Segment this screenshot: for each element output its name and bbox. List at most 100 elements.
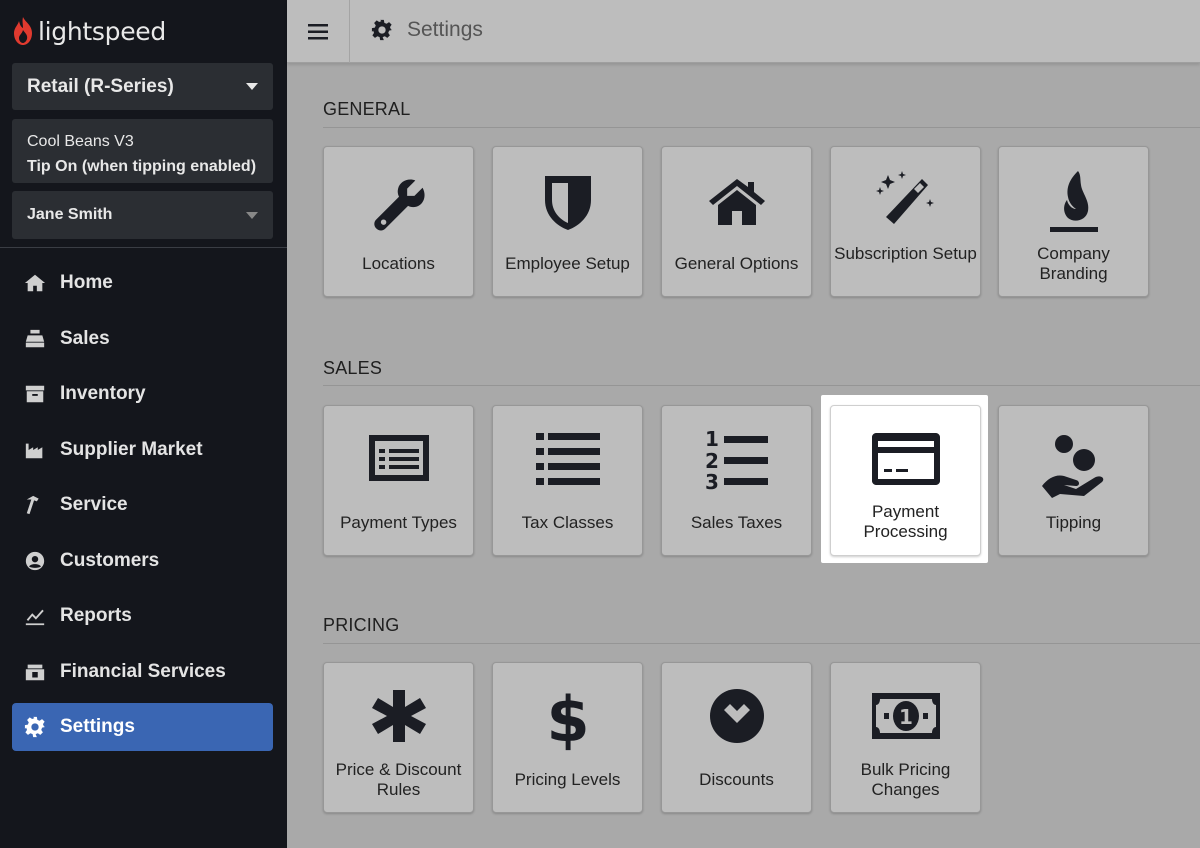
magic-wand-icon bbox=[831, 169, 980, 229]
user-selector[interactable]: Jane Smith bbox=[12, 191, 273, 239]
sidebar-item-label: Service bbox=[60, 494, 128, 515]
tip-status: Tip On (when tipping enabled) bbox=[27, 158, 257, 175]
sidebar-item-label: Inventory bbox=[60, 383, 146, 404]
tile-label: Company Branding bbox=[1037, 244, 1110, 283]
chevron-circle-down-icon bbox=[662, 688, 811, 744]
sidebar-item-label: Financial Services bbox=[60, 660, 226, 682]
sidebar: lightspeed Retail (R-Series) Cool Beans … bbox=[0, 0, 287, 848]
tile-tipping[interactable]: Tipping bbox=[998, 405, 1149, 556]
sidebar-item-settings[interactable]: Settings bbox=[12, 703, 273, 751]
tile-label: Price & Discount Rules bbox=[335, 760, 462, 799]
page-title-text: Settings bbox=[407, 18, 483, 41]
shop-name: Cool Beans V3 bbox=[27, 133, 134, 150]
top-bar: Settings bbox=[287, 0, 1200, 63]
logo-text: lightspeed bbox=[38, 16, 166, 46]
inventory-icon bbox=[24, 383, 46, 405]
sidebar-item-label: Reports bbox=[60, 605, 132, 626]
home-icon bbox=[24, 272, 46, 294]
cash-register-icon bbox=[24, 661, 46, 683]
tile-label: Locations bbox=[362, 254, 435, 273]
tile-general-options[interactable]: General Options bbox=[661, 146, 812, 297]
sidebar-item-label: Customers bbox=[60, 549, 160, 571]
caret-down-icon bbox=[246, 211, 258, 219]
register-icon bbox=[24, 328, 46, 350]
factory-icon bbox=[24, 439, 46, 461]
user-circle-icon bbox=[24, 550, 46, 572]
section-title-sales: SALES bbox=[323, 358, 383, 378]
tile-payment-types[interactable]: Payment Types bbox=[323, 405, 474, 556]
money-list-icon bbox=[324, 433, 473, 483]
tile-label: General Options bbox=[674, 254, 799, 273]
flame-logo-icon bbox=[14, 17, 32, 45]
house-icon bbox=[662, 177, 811, 227]
hammer-icon bbox=[24, 494, 46, 516]
tile-company-branding[interactable]: Company Branding bbox=[998, 146, 1149, 297]
section-title-pricing: PRICING bbox=[323, 615, 400, 635]
tile-pricing-levels[interactable]: $ Pricing Levels bbox=[492, 662, 643, 813]
numbered-list-icon: 1 2 3 bbox=[662, 428, 811, 490]
hamburger-icon bbox=[308, 23, 328, 39]
user-name: Jane Smith bbox=[27, 206, 113, 223]
lightspeed-logo[interactable]: lightspeed bbox=[12, 14, 166, 48]
tile-discounts[interactable]: Discounts bbox=[661, 662, 812, 813]
section-divider bbox=[323, 643, 1200, 644]
sidebar-nav: Home Sales Inventory Supplier Market Ser… bbox=[12, 259, 273, 759]
credit-card-icon bbox=[831, 433, 980, 485]
sidebar-item-label: Sales bbox=[60, 327, 110, 349]
hand-coins-icon bbox=[999, 432, 1148, 498]
tile-label: Tipping bbox=[1045, 513, 1102, 532]
bill-icon: 1 bbox=[831, 693, 980, 739]
sidebar-item-service[interactable]: Service bbox=[12, 481, 273, 529]
sidebar-item-financial-services[interactable]: Financial Services bbox=[12, 648, 273, 696]
page-title: Settings bbox=[371, 18, 483, 42]
svg-text:3: 3 bbox=[705, 470, 719, 490]
tile-label: Pricing Levels bbox=[514, 770, 621, 789]
svg-text:1: 1 bbox=[705, 428, 719, 451]
tile-payment-processing[interactable]: Payment Processing bbox=[830, 405, 981, 556]
section-divider bbox=[323, 127, 1200, 128]
sidebar-item-label: Settings bbox=[60, 716, 135, 737]
tile-label: Sales Taxes bbox=[690, 513, 783, 532]
sidebar-item-label: Home bbox=[60, 272, 113, 293]
tile-tax-classes[interactable]: Tax Classes bbox=[492, 405, 643, 556]
shield-icon bbox=[493, 174, 642, 232]
tile-sales-taxes[interactable]: 1 2 3 Sales Taxes bbox=[661, 405, 812, 556]
sidebar-item-reports[interactable]: Reports bbox=[12, 592, 273, 640]
svg-text:1: 1 bbox=[899, 705, 913, 729]
tile-label: Discounts bbox=[699, 770, 774, 789]
sidebar-item-sales[interactable]: Sales bbox=[12, 315, 273, 363]
caret-down-icon bbox=[246, 83, 258, 90]
tile-bulk-pricing-changes[interactable]: 1 Bulk Pricing Changes bbox=[830, 662, 981, 813]
tile-locations[interactable]: Locations bbox=[323, 146, 474, 297]
sidebar-divider bbox=[0, 247, 287, 248]
list-icon bbox=[493, 433, 642, 485]
gear-icon bbox=[24, 716, 46, 738]
svg-text:$: $ bbox=[548, 685, 588, 751]
asterisk-icon bbox=[324, 688, 473, 744]
section-title-general: GENERAL bbox=[323, 99, 411, 119]
sidebar-item-home[interactable]: Home bbox=[12, 259, 273, 307]
tile-label: Payment Processing bbox=[863, 502, 948, 541]
tile-label: Tax Classes bbox=[521, 513, 614, 532]
menu-button[interactable] bbox=[287, 0, 350, 63]
tile-label: Payment Types bbox=[340, 513, 457, 532]
tile-employee-setup[interactable]: Employee Setup bbox=[492, 146, 643, 297]
wrench-icon bbox=[324, 175, 473, 233]
shop-selector[interactable]: Cool Beans V3 Tip On (when tipping enabl… bbox=[12, 119, 273, 183]
section-divider bbox=[323, 385, 1200, 386]
sidebar-item-label: Supplier Market bbox=[60, 438, 203, 460]
sidebar-item-inventory[interactable]: Inventory bbox=[12, 370, 273, 418]
product-selector[interactable]: Retail (R-Series) bbox=[12, 63, 273, 110]
sidebar-item-customers[interactable]: Customers bbox=[12, 537, 273, 585]
tile-label: Employee Setup bbox=[505, 254, 630, 273]
tile-subscription-setup[interactable]: Subscription Setup bbox=[830, 146, 981, 297]
dollar-icon: $ bbox=[493, 685, 642, 751]
tile-label: Bulk Pricing Changes bbox=[860, 760, 951, 799]
tile-price-discount-rules[interactable]: Price & Discount Rules bbox=[323, 662, 474, 813]
product-selector-value: Retail (R-Series) bbox=[27, 75, 174, 97]
sidebar-item-supplier-market[interactable]: Supplier Market bbox=[12, 426, 273, 474]
tile-label: Subscription Setup bbox=[834, 244, 977, 263]
gear-icon bbox=[371, 19, 393, 41]
flame-icon bbox=[999, 169, 1148, 233]
chart-line-icon bbox=[24, 605, 46, 627]
